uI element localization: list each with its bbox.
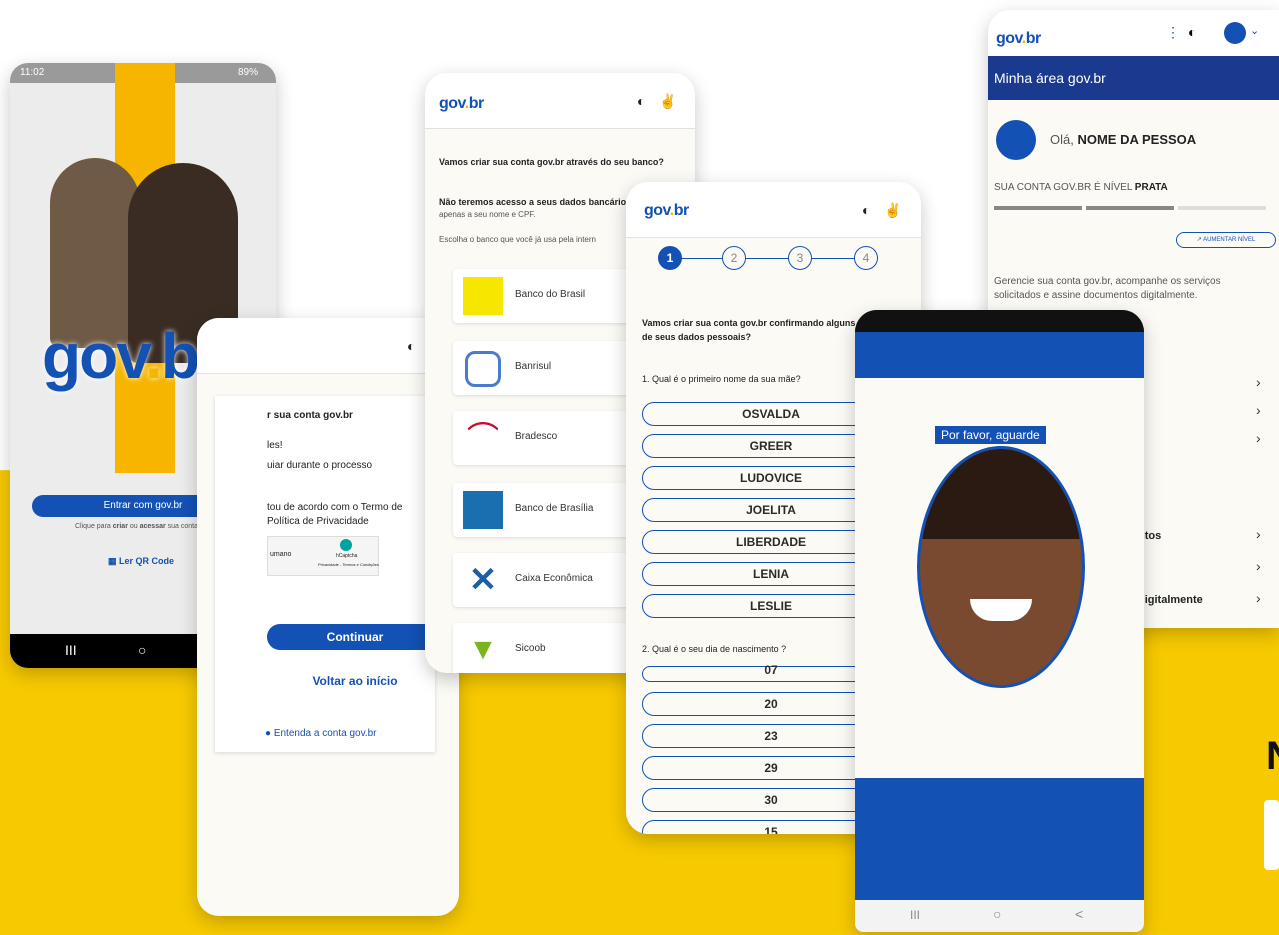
status-time: 11:02 <box>20 67 45 78</box>
my-area-topbar: gov.br ⋮ ◐ ⌄ <box>988 10 1279 56</box>
level-bar-2 <box>1086 206 1174 210</box>
menu-item-fragment[interactable]: digitalmente <box>1138 594 1203 606</box>
question-2: 2. Qual é o seu dia de nascimento ? <box>642 644 787 654</box>
manage-text-l2: solicitados e assine documentos digitalm… <box>994 290 1198 301</box>
terms-line3: uiar durante o processo <box>267 460 373 471</box>
continue-button[interactable]: Continuar <box>267 624 443 650</box>
screen-face-capture: Por favor, aguarde III ○ < <box>855 310 1144 932</box>
caixa-icon: ✕ <box>468 561 498 599</box>
questions-intro-l1: Vamos criar sua conta gov.br confirmando… <box>642 318 856 328</box>
accessibility-icon[interactable]: ✌ <box>884 202 901 219</box>
phone1-logo: gov.br <box>42 320 223 392</box>
terms-agree-l2[interactable]: Política de Privacidade <box>267 516 369 527</box>
captcha-human-label: umano <box>270 551 292 558</box>
contrast-icon[interactable]: ◐ <box>637 93 645 109</box>
step-2: 2 <box>722 246 746 270</box>
understand-account-link[interactable]: ● Entenda a conta gov.br <box>265 728 377 739</box>
stepper-line <box>670 258 876 259</box>
banks-logo: gov.br <box>439 95 484 112</box>
my-area-logo: gov.br <box>996 30 1041 47</box>
level-bar-3 <box>1178 206 1266 210</box>
qr-icon: ▦ <box>108 556 117 566</box>
nav-home-button[interactable]: ○ <box>138 642 146 658</box>
banco-do-brasil-icon <box>463 277 503 315</box>
questions-header: gov.br ◐ ✌ <box>626 182 921 238</box>
edge-text-letter: N <box>1266 734 1279 779</box>
nav-home-button[interactable]: ○ <box>993 906 1001 922</box>
banks-sub2: apenas a seu nome e CPF. <box>439 210 536 219</box>
info-icon: ● <box>265 728 272 739</box>
manage-text-l1: Gerencie sua conta gov.br, acompanhe os … <box>994 276 1221 287</box>
screen-terms: ◐ ✌ r sua conta gov.br les! uiar durante… <box>197 318 459 916</box>
menu-chevron-right-icon[interactable]: › <box>1256 430 1261 446</box>
bradesco-icon: ⌒ <box>466 420 499 456</box>
terms-header: ◐ ✌ <box>197 318 459 374</box>
captcha-name: hCaptcha <box>336 553 358 559</box>
terms-line2: les! <box>267 440 283 451</box>
nav-recents-button[interactable]: III <box>910 908 920 922</box>
banks-header: gov.br ◐ ✌ <box>425 73 695 129</box>
wait-label: Por favor, aguarde <box>935 426 1046 444</box>
level-bar-1 <box>994 206 1082 210</box>
status-battery: 89% <box>238 67 259 78</box>
captcha-sub: Privacidade - Termos e Condições <box>318 562 379 567</box>
nav-back-button[interactable]: < <box>1075 906 1083 922</box>
my-area-banner: Minha área gov.br <box>988 56 1279 100</box>
face-bottom-nav: III ○ < <box>855 900 1144 932</box>
account-level: SUA CONTA GOV.BR É NÍVEL PRATA <box>994 182 1168 193</box>
my-area-title: Minha área gov.br <box>994 70 1106 86</box>
contrast-icon[interactable]: ◐ <box>1188 24 1196 40</box>
face-top-bar <box>855 310 1144 332</box>
avatar-menu-icon[interactable] <box>1224 22 1246 44</box>
questions-intro-l2: de seus dados pessoais? <box>642 332 752 342</box>
user-avatar <box>996 120 1036 160</box>
face-smile <box>970 599 1032 621</box>
banks-heading: Vamos criar sua conta gov.br através do … <box>439 157 664 167</box>
banrisul-icon <box>465 351 501 387</box>
qr-label: Ler QR Code <box>119 556 175 566</box>
edge-quote-mark <box>1264 800 1279 870</box>
menu-chevron-right-icon[interactable]: › <box>1256 374 1261 390</box>
menu-chevron-right-icon[interactable]: › <box>1256 590 1261 606</box>
stepper: 1 2 3 4 <box>658 246 888 274</box>
terms-agree-l1: tou de acordo com o Termo de <box>267 502 403 513</box>
banks-choose: Escolha o banco que você já usa pela int… <box>439 235 596 244</box>
question-1: 1. Qual é o primeiro nome da sua mãe? <box>642 374 801 384</box>
more-vert-icon[interactable]: ⋮ <box>1166 24 1180 41</box>
contrast-icon[interactable]: ◐ <box>407 338 415 354</box>
menu-chevron-right-icon[interactable]: › <box>1256 402 1261 418</box>
chevron-down-icon[interactable]: ⌄ <box>1250 24 1259 37</box>
trend-up-icon: ↗ <box>1196 237 1202 243</box>
contrast-icon[interactable]: ◐ <box>862 202 870 218</box>
terms-panel: r sua conta gov.br les! uiar durante o p… <box>215 396 443 752</box>
user-greeting: Olá, NOME DA PESSOA <box>1050 132 1197 147</box>
hcaptcha-icon <box>340 539 352 551</box>
back-to-start-link[interactable]: Voltar ao início <box>267 674 443 688</box>
questions-logo: gov.br <box>644 202 689 219</box>
step-1: 1 <box>658 246 682 270</box>
brb-icon <box>463 491 503 529</box>
sicoob-icon: ▼ <box>468 633 498 666</box>
qr-code-link[interactable]: ▦ Ler QR Code <box>108 556 174 567</box>
banks-subheading: Não teremos acesso a seus dados bancário <box>439 197 627 207</box>
menu-chevron-right-icon[interactable]: › <box>1256 558 1261 574</box>
step-3: 3 <box>788 246 812 270</box>
step-4: 4 <box>854 246 878 270</box>
accessibility-icon[interactable]: ✌ <box>659 93 676 110</box>
captcha-box[interactable]: umano hCaptcha Privacidade - Termos e Co… <box>267 536 379 576</box>
terms-title: r sua conta gov.br <box>267 410 353 421</box>
menu-chevron-right-icon[interactable]: › <box>1256 526 1261 542</box>
face-oval <box>917 446 1085 688</box>
understand-label: Entenda a conta gov.br <box>273 728 377 739</box>
nav-recents-button[interactable]: III <box>65 642 77 658</box>
raise-level-button[interactable]: ↗ AUMENTAR NÍVEL <box>1176 232 1276 248</box>
